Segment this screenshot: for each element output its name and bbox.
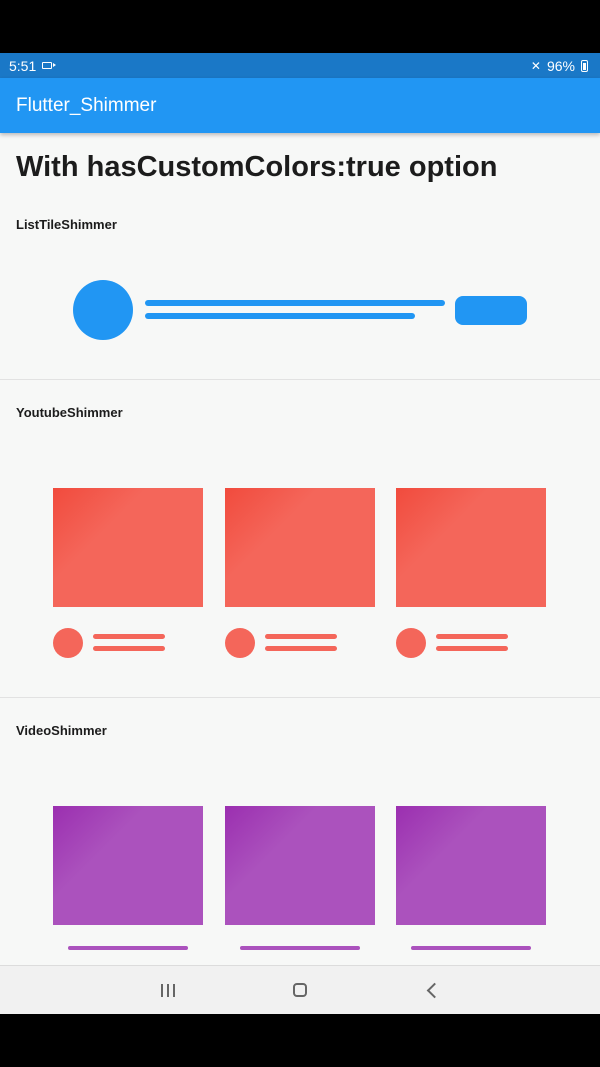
- list-tile-title-placeholder: [145, 300, 445, 306]
- video-title-placeholder: [240, 946, 360, 950]
- video-title-placeholder: [411, 946, 531, 950]
- app-bar: Flutter_Shimmer: [0, 78, 600, 133]
- youtube-line-placeholder: [436, 646, 508, 651]
- video-title-placeholder: [68, 946, 188, 950]
- section-label-video: VideoShimmer: [16, 723, 107, 738]
- back-button[interactable]: [417, 978, 447, 1002]
- status-bar: 5:51 ✕ 96%: [0, 53, 600, 78]
- youtube-thumbnail-placeholder: [225, 488, 375, 607]
- section-divider: [0, 379, 600, 380]
- list-tile-avatar-placeholder: [73, 280, 133, 340]
- battery-percent: 96%: [546, 57, 575, 74]
- list-tile-subtitle-placeholder: [145, 313, 415, 319]
- youtube-line-placeholder: [265, 634, 337, 639]
- video-thumbnail-placeholder: [225, 806, 375, 925]
- battery-icon: [581, 59, 588, 72]
- youtube-line-placeholder: [436, 634, 508, 639]
- youtube-avatar-placeholder: [53, 628, 83, 658]
- mute-icon: ✕: [530, 58, 541, 73]
- youtube-avatar-placeholder: [225, 628, 255, 658]
- recent-apps-icon: [161, 983, 175, 997]
- section-label-list-tile: ListTileShimmer: [16, 217, 117, 232]
- youtube-line-placeholder: [265, 646, 337, 651]
- system-nav-bar: [0, 965, 600, 1014]
- app-bar-title: Flutter_Shimmer: [16, 94, 157, 116]
- video-thumbnail-placeholder: [396, 806, 546, 925]
- page-heading: With hasCustomColors:true option: [16, 151, 498, 183]
- status-time: 5:51: [9, 57, 37, 74]
- recent-apps-button[interactable]: [153, 978, 183, 1002]
- back-icon: [426, 982, 442, 998]
- list-tile-trailing-placeholder: [455, 296, 527, 325]
- youtube-line-placeholder: [93, 646, 165, 651]
- youtube-thumbnail-placeholder: [53, 488, 203, 607]
- home-button[interactable]: [285, 978, 315, 1002]
- youtube-line-placeholder: [93, 634, 165, 639]
- video-thumbnail-placeholder: [53, 806, 203, 925]
- section-divider: [0, 697, 600, 698]
- youtube-avatar-placeholder: [396, 628, 426, 658]
- home-icon: [293, 983, 307, 997]
- section-label-youtube: YoutubeShimmer: [16, 405, 123, 420]
- video-camera-icon: [42, 62, 57, 69]
- youtube-thumbnail-placeholder: [396, 488, 546, 607]
- app-screen: 5:51 ✕ 96% Flutter_Shimmer With hasCusto…: [0, 53, 600, 1014]
